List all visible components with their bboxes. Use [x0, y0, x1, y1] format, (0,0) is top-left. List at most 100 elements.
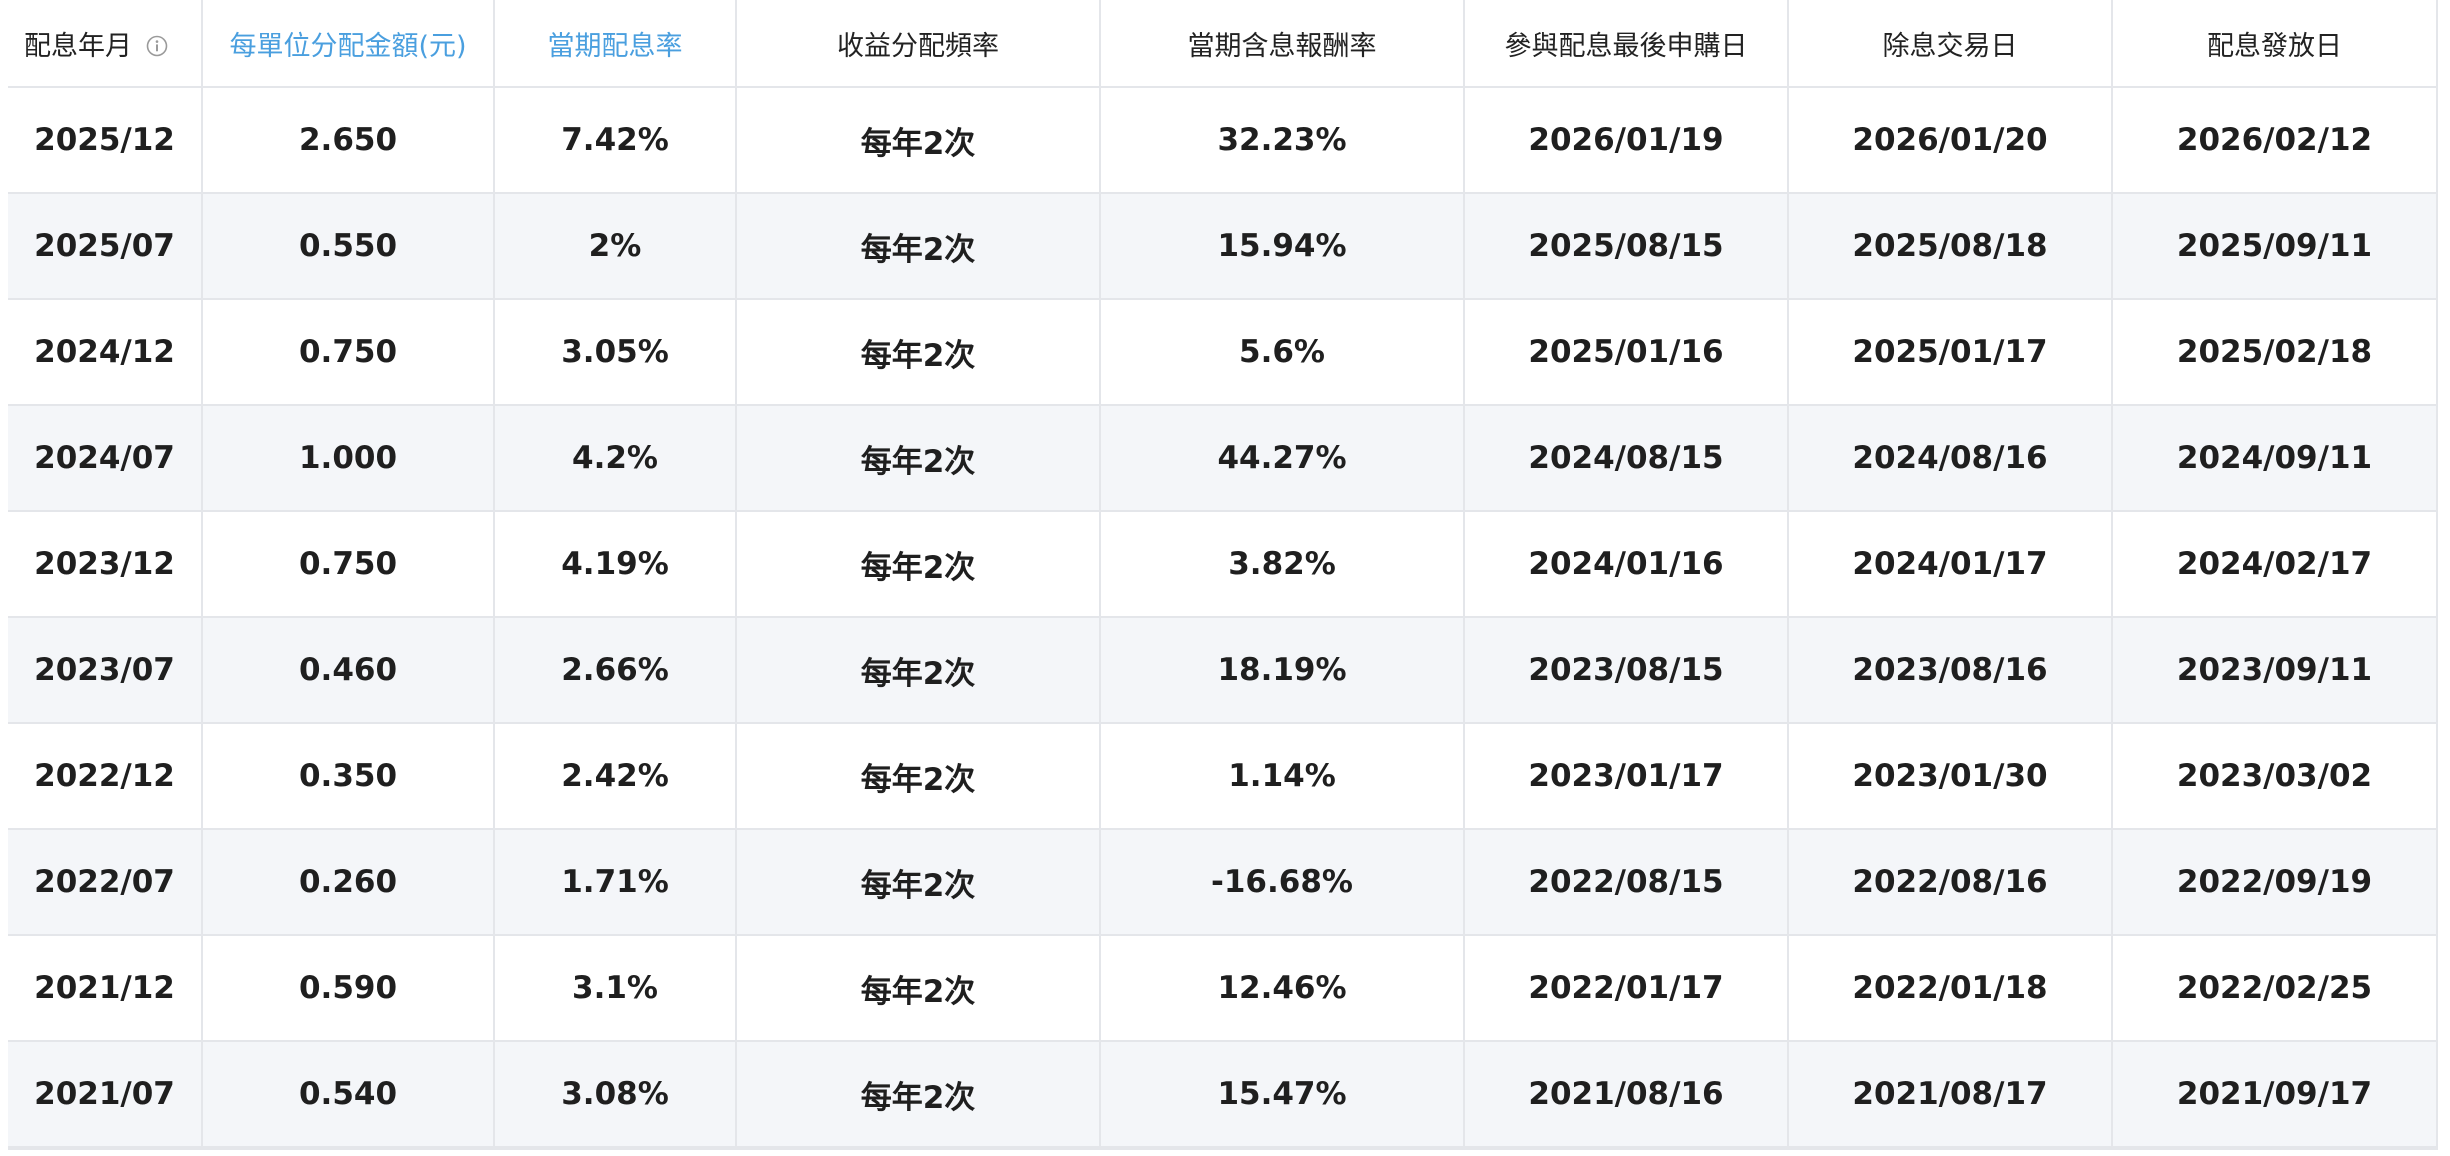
cell-month: 2022/07	[8, 829, 203, 936]
cell-frequency: 每年2次	[736, 299, 1101, 406]
cell-last-purchase: 2022/08/15	[1464, 829, 1789, 936]
distribution-history-table: 配息年月 每單位分配金額(元) 當期配息率 收益分配頻率 當期含息報酬率 參與配…	[8, 0, 2436, 1148]
cell-pay-date: 2025/02/18	[2112, 299, 2436, 406]
cell-ex-date: 2023/01/30	[1788, 723, 2113, 830]
cell-total-return: 15.47%	[1100, 1041, 1465, 1148]
table-row: 2021/12 0.590 3.1% 每年2次 12.46% 2022/01/1…	[8, 935, 2436, 1042]
cell-last-purchase: 2025/01/16	[1464, 299, 1789, 406]
header-frequency: 收益分配頻率	[736, 0, 1101, 88]
cell-ex-date: 2024/08/16	[1788, 405, 2113, 512]
cell-month: 2023/12	[8, 511, 203, 618]
header-month-label: 配息年月	[24, 30, 132, 62]
table-row: 2025/12 2.650 7.42% 每年2次 32.23% 2026/01/…	[8, 87, 2436, 194]
table-row: 2024/07 1.000 4.2% 每年2次 44.27% 2024/08/1…	[8, 405, 2436, 512]
cell-pay-date: 2025/09/11	[2112, 193, 2436, 300]
info-icon[interactable]	[146, 33, 168, 56]
cell-month: 2024/07	[8, 405, 203, 512]
table-row: 2022/12 0.350 2.42% 每年2次 1.14% 2023/01/1…	[8, 723, 2436, 830]
cell-pay-date: 2026/02/12	[2112, 87, 2436, 194]
header-row: 配息年月 每單位分配金額(元) 當期配息率 收益分配頻率 當期含息報酬率 參與配…	[8, 0, 2436, 88]
distribution-table-container: 配息年月 每單位分配金額(元) 當期配息率 收益分配頻率 當期含息報酬率 參與配…	[8, 0, 2438, 1150]
cell-pay-date: 2022/02/25	[2112, 935, 2436, 1042]
table-row: 2024/12 0.750 3.05% 每年2次 5.6% 2025/01/16…	[8, 299, 2436, 406]
cell-month: 2025/12	[8, 87, 203, 194]
table-row: 2022/07 0.260 1.71% 每年2次 -16.68% 2022/08…	[8, 829, 2436, 936]
cell-frequency: 每年2次	[736, 1041, 1101, 1148]
cell-last-purchase: 2026/01/19	[1464, 87, 1789, 194]
cell-last-purchase: 2022/01/17	[1464, 935, 1789, 1042]
cell-ex-date: 2023/08/16	[1788, 617, 2113, 724]
cell-frequency: 每年2次	[736, 935, 1101, 1042]
cell-total-return: 5.6%	[1100, 299, 1465, 406]
cell-month: 2024/12	[8, 299, 203, 406]
cell-ex-date: 2025/01/17	[1788, 299, 2113, 406]
cell-pay-date: 2021/09/17	[2112, 1041, 2436, 1148]
cell-amount: 2.650	[202, 87, 495, 194]
header-pay-date: 配息發放日	[2112, 0, 2436, 88]
cell-rate: 3.05%	[494, 299, 737, 406]
cell-pay-date: 2023/03/02	[2112, 723, 2436, 830]
cell-pay-date: 2023/09/11	[2112, 617, 2436, 724]
cell-rate: 1.71%	[494, 829, 737, 936]
header-total-return: 當期含息報酬率	[1100, 0, 1465, 88]
cell-month: 2023/07	[8, 617, 203, 724]
header-ex-date: 除息交易日	[1788, 0, 2113, 88]
cell-rate: 2.66%	[494, 617, 737, 724]
cell-last-purchase: 2024/01/16	[1464, 511, 1789, 618]
cell-rate: 4.19%	[494, 511, 737, 618]
header-rate-sort[interactable]: 當期配息率	[494, 0, 737, 88]
cell-total-return: 3.82%	[1100, 511, 1465, 618]
cell-month: 2021/07	[8, 1041, 203, 1148]
cell-rate: 7.42%	[494, 87, 737, 194]
cell-rate: 3.08%	[494, 1041, 737, 1148]
cell-amount: 1.000	[202, 405, 495, 512]
cell-frequency: 每年2次	[736, 193, 1101, 300]
table-row: 2023/07 0.460 2.66% 每年2次 18.19% 2023/08/…	[8, 617, 2436, 724]
cell-amount: 0.750	[202, 299, 495, 406]
cell-pay-date: 2022/09/19	[2112, 829, 2436, 936]
cell-ex-date: 2025/08/18	[1788, 193, 2113, 300]
cell-ex-date: 2022/01/18	[1788, 935, 2113, 1042]
cell-total-return: 32.23%	[1100, 87, 1465, 194]
cell-month: 2025/07	[8, 193, 203, 300]
cell-total-return: 44.27%	[1100, 405, 1465, 512]
cell-rate: 4.2%	[494, 405, 737, 512]
cell-last-purchase: 2023/08/15	[1464, 617, 1789, 724]
cell-amount: 0.260	[202, 829, 495, 936]
cell-pay-date: 2024/09/11	[2112, 405, 2436, 512]
cell-ex-date: 2022/08/16	[1788, 829, 2113, 936]
cell-amount: 0.460	[202, 617, 495, 724]
cell-ex-date: 2024/01/17	[1788, 511, 2113, 618]
cell-month: 2022/12	[8, 723, 203, 830]
cell-last-purchase: 2025/08/15	[1464, 193, 1789, 300]
cell-pay-date: 2024/02/17	[2112, 511, 2436, 618]
cell-last-purchase: 2024/08/15	[1464, 405, 1789, 512]
cell-ex-date: 2026/01/20	[1788, 87, 2113, 194]
cell-amount: 0.550	[202, 193, 495, 300]
cell-frequency: 每年2次	[736, 87, 1101, 194]
cell-amount: 0.350	[202, 723, 495, 830]
cell-month: 2021/12	[8, 935, 203, 1042]
cell-last-purchase: 2023/01/17	[1464, 723, 1789, 830]
cell-total-return: -16.68%	[1100, 829, 1465, 936]
table-row: 2025/07 0.550 2% 每年2次 15.94% 2025/08/15 …	[8, 193, 2436, 300]
cell-frequency: 每年2次	[736, 829, 1101, 936]
cell-frequency: 每年2次	[736, 617, 1101, 724]
header-amount-sort[interactable]: 每單位分配金額(元)	[202, 0, 495, 88]
cell-last-purchase: 2021/08/16	[1464, 1041, 1789, 1148]
header-last-purchase: 參與配息最後申購日	[1464, 0, 1789, 88]
cell-ex-date: 2021/08/17	[1788, 1041, 2113, 1148]
cell-amount: 0.590	[202, 935, 495, 1042]
table-row: 2021/07 0.540 3.08% 每年2次 15.47% 2021/08/…	[8, 1041, 2436, 1148]
cell-total-return: 15.94%	[1100, 193, 1465, 300]
cell-total-return: 1.14%	[1100, 723, 1465, 830]
cell-frequency: 每年2次	[736, 723, 1101, 830]
cell-rate: 2.42%	[494, 723, 737, 830]
header-month: 配息年月	[8, 0, 203, 88]
cell-frequency: 每年2次	[736, 405, 1101, 512]
cell-rate: 3.1%	[494, 935, 737, 1042]
cell-total-return: 18.19%	[1100, 617, 1465, 724]
cell-amount: 0.540	[202, 1041, 495, 1148]
table-body: 2025/12 2.650 7.42% 每年2次 32.23% 2026/01/…	[8, 87, 2436, 1148]
cell-total-return: 12.46%	[1100, 935, 1465, 1042]
